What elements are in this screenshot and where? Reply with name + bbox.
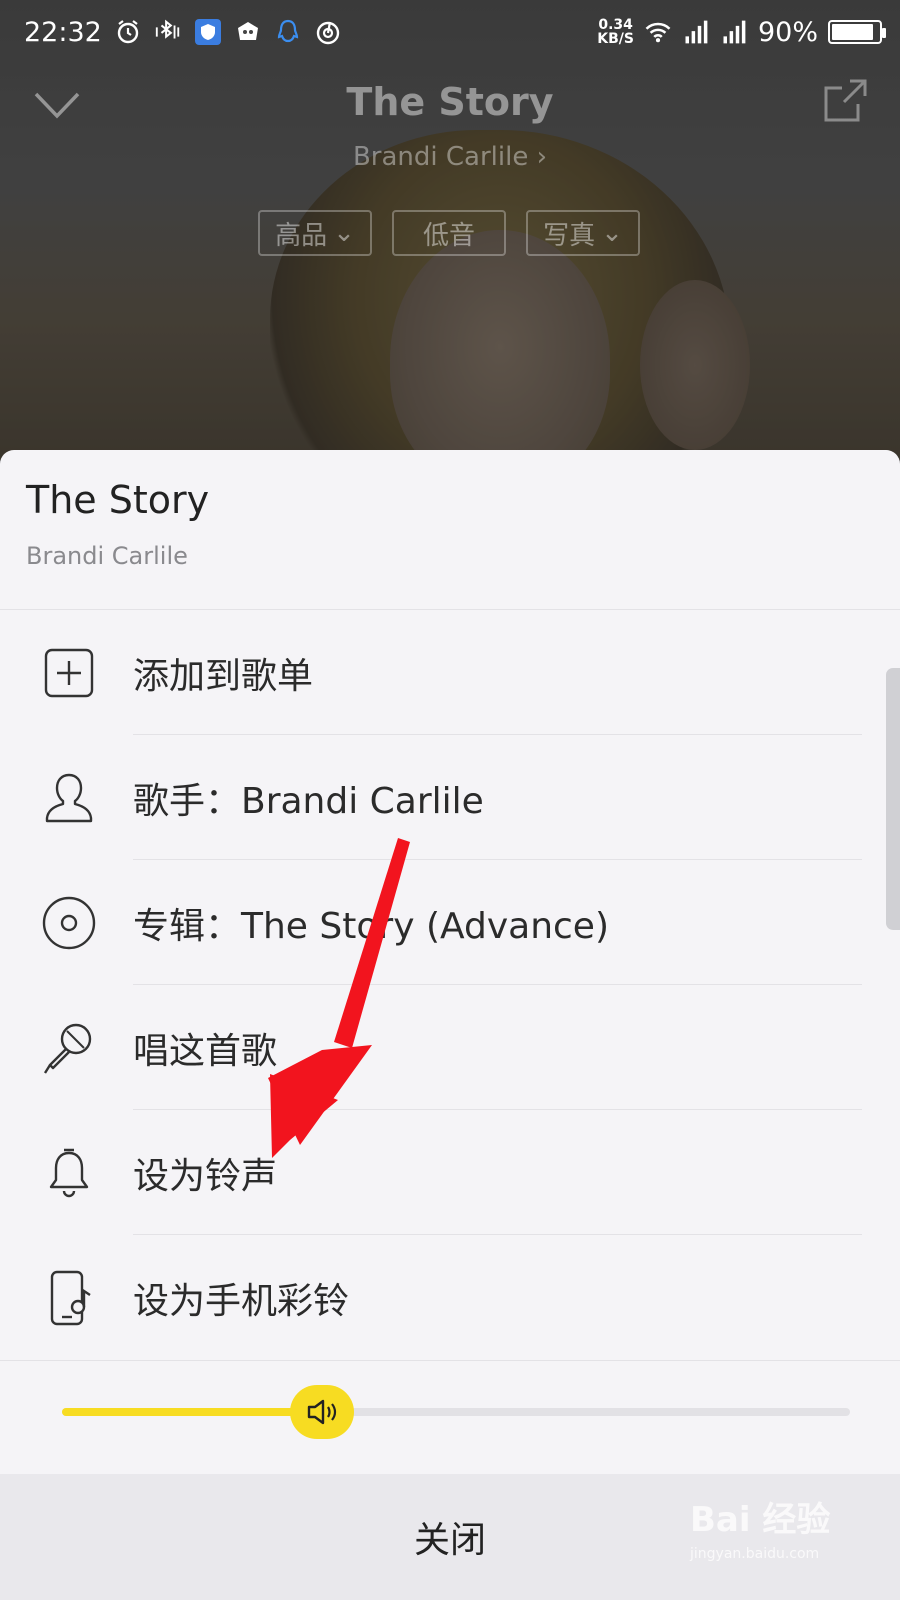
volume-control [0,1360,900,1460]
watermark-text: Bai 经验 [690,1500,831,1540]
sheet-header: The Story Brandi Carlile [0,450,900,610]
close-button-label: 关闭 [413,1520,486,1561]
chevron-down-icon: ⌄ [601,218,623,248]
game-app-icon [234,18,262,46]
song-options-sheet: The Story Brandi Carlile 添加到歌单 歌手：Brandi… [0,450,900,1600]
volume-slider-knob[interactable] [290,1385,355,1439]
status-time: 22:32 [24,16,102,48]
battery-icon [828,20,886,44]
battery-percent: 90% [757,16,818,48]
photo-button[interactable]: 写真 ⌄ [526,210,640,256]
menu-item-label: 设为铃声 [133,1155,278,1197]
status-bar: 22:32 0.34 KB/S 90% [0,0,900,64]
chevron-right-icon: › [536,142,548,172]
menu-item-singer[interactable]: 歌手：Brandi Carlile [0,735,900,860]
speaker-icon [307,1399,337,1425]
chevron-down-icon: ⌄ [333,218,355,248]
shield-app-icon [194,18,222,46]
network-speed: 0.34 KB/S [597,18,634,46]
qq-icon [274,18,302,46]
bluetooth-vibrate-icon [154,18,182,46]
menu-item-label: 添加到歌单 [133,655,314,697]
photo-button-label: 写真 [543,220,596,251]
player-artist-link[interactable]: Brandi Carlile › [0,142,900,172]
alarm-icon [114,18,142,46]
bass-button-label: 低音 [422,220,475,251]
menu-item-album[interactable]: 专辑：The Story (Advance) [0,860,900,985]
watermark-url: jingyan.baidu.com [690,1546,820,1562]
menu-item-label: 专辑：The Story (Advance) [133,905,609,947]
phone-music-icon [40,1269,98,1327]
menu-item-label: 歌手：Brandi Carlile [133,780,484,822]
menu-item-set-caller-tune[interactable]: 设为手机彩铃 [0,1235,900,1360]
sheet-artist: Brandi Carlile [26,542,188,570]
menu-item-label: 唱这首歌 [133,1030,278,1072]
player-artist-name: Brandi Carlile [352,142,529,172]
options-menu: 添加到歌单 歌手：Brandi Carlile 专辑：The Story (Ad… [0,610,900,1360]
menu-item-add-to-playlist[interactable]: 添加到歌单 [0,610,900,735]
microphone-icon [40,1019,98,1077]
player-song-title: The Story [346,80,554,124]
quality-button-label: 高品 [275,220,328,251]
sheet-song-title: The Story [26,478,210,522]
scrollbar-thumb[interactable] [886,668,900,930]
bell-icon [40,1144,98,1202]
signal-4g-icon [720,18,748,46]
wifi-icon [644,18,672,46]
quality-options: 高品 ⌄ 低音 写真 ⌄ [258,210,640,256]
quality-button[interactable]: 高品 ⌄ [258,210,372,256]
network-speed-value: 0.34 [598,17,633,33]
network-speed-unit: KB/S [597,31,634,47]
volume-slider-fill [62,1408,323,1416]
bass-button[interactable]: 低音 [392,210,506,256]
netease-music-icon [314,18,342,46]
menu-item-set-ringtone[interactable]: 设为铃声 [0,1110,900,1235]
signal-g-icon [682,18,710,46]
volume-slider-track[interactable] [62,1408,850,1416]
watermark: Bai 经验 jingyan.baidu.com [690,1488,860,1578]
add-box-icon [40,644,98,702]
menu-item-label: 设为手机彩铃 [133,1280,350,1322]
singer-icon [40,769,98,827]
menu-item-sing-song[interactable]: 唱这首歌 [0,985,900,1110]
album-disc-icon [40,894,98,952]
